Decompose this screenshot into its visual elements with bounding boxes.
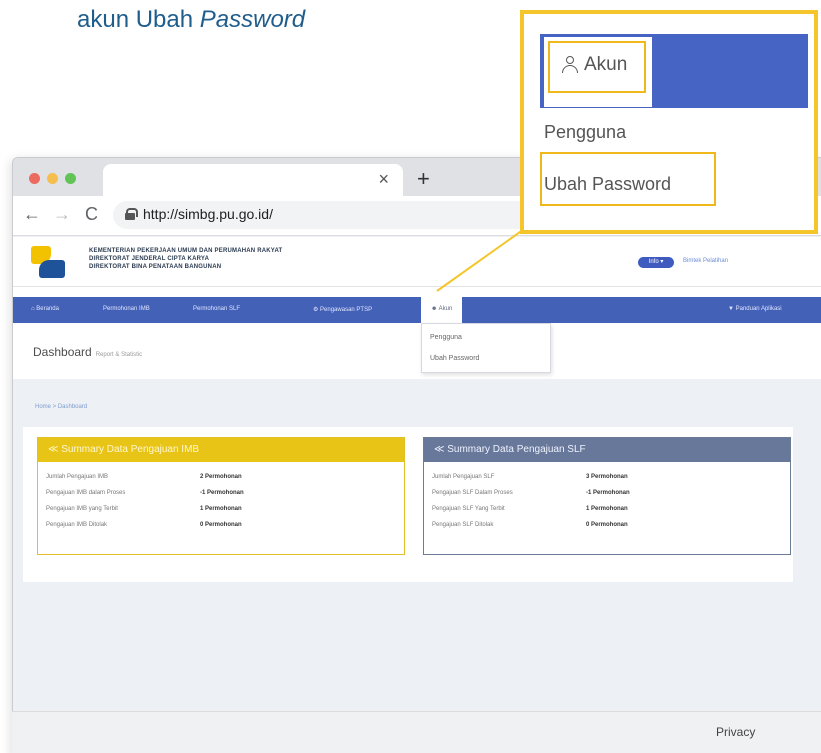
menu-item-pengguna[interactable]: Pengguna (430, 334, 462, 341)
summary-row: Pengajuan IMB dalam Proses -1 Permohonan (46, 490, 386, 502)
close-window-dot-icon[interactable] (29, 173, 40, 184)
summary-row: Pengajuan IMB yang Terbit 1 Permohonan (46, 506, 386, 518)
menu-item-ubah-password[interactable]: Ubah Password (430, 355, 479, 362)
summary-label: Pengajuan IMB Ditolak (46, 522, 108, 528)
heading-italic: Password (199, 6, 306, 33)
summary-label: Jumlah Pengajuan SLF (432, 474, 495, 480)
ministry-name: KEMENTERIAN PEKERJAAN UMUM DAN PERUMAHAN… (89, 247, 282, 271)
address-url[interactable]: http://simbg.pu.go.id/ (143, 206, 273, 222)
browser-tab[interactable]: × (103, 164, 403, 196)
summary-label: Pengajuan SLF Dalam Proses (432, 490, 513, 496)
simbg-site: KEMENTERIAN PEKERJAAN UMUM DAN PERUMAHAN… (13, 237, 821, 753)
ubah-password-highlight-box (540, 152, 716, 206)
summary-value: 1 Permohonan (586, 506, 628, 512)
maximize-window-dot-icon[interactable] (65, 173, 76, 184)
summary-label: Pengajuan IMB dalam Proses (46, 490, 126, 496)
summary-value: -1 Permohonan (586, 490, 630, 496)
nav-item-permohonan-imb[interactable]: Permohonan IMB (103, 306, 150, 312)
forward-arrow-icon[interactable]: → (53, 204, 71, 225)
nav-item-beranda[interactable]: ⌂ Beranda (31, 306, 59, 312)
site-header: KEMENTERIAN PEKERJAAN UMUM DAN PERUMAHAN… (13, 237, 821, 287)
main-navbar: ⌂ Beranda Permohonan IMB Permohonan SLF … (13, 297, 821, 323)
summary-value: -1 Permohonan (200, 490, 244, 496)
summary-row: Pengajuan IMB Ditolak 0 Permohonan (46, 522, 386, 534)
dashboard-content: Home > Dashboard ≪ Summary Data Pengajua… (13, 379, 821, 753)
page-title: Dashboard Report & Statistic (33, 345, 142, 359)
summary-value: 0 Permohonan (200, 522, 242, 528)
summary-row: Jumlah Pengajuan SLF 3 Permohonan (432, 474, 772, 486)
akun-dropdown-menu: Pengguna Ubah Password (421, 323, 551, 373)
dashboard-subtitle: Report & Statistic (95, 352, 143, 358)
user-greeting[interactable]: Bimtek Pelatihan (683, 258, 728, 264)
info-dropdown-button[interactable]: Info ▾ (638, 257, 674, 268)
summary-card-slf: ≪ Summary Data Pengajuan SLF Jumlah Peng… (423, 437, 791, 555)
new-tab-icon[interactable]: + (417, 166, 430, 192)
summary-label: Pengajuan IMB yang Terbit (46, 506, 118, 512)
dashboard-title: Dashboard (33, 345, 92, 359)
zoom-callout: Akun Pengguna Ubah Password (520, 10, 818, 234)
akun-highlight-box (548, 41, 646, 93)
summary-label: Jumlah Pengajuan IMB (46, 474, 109, 480)
summary-label: Pengajuan SLF Yang Terbit (432, 506, 505, 512)
card-title: ≪ Summary Data Pengajuan SLF (424, 438, 790, 462)
breadcrumb[interactable]: Home > Dashboard (35, 404, 87, 410)
nav-item-panduan-aplikasi[interactable]: ▼ Panduan Aplikasi (728, 306, 782, 312)
lock-icon (125, 208, 138, 220)
summary-row: Pengajuan SLF Ditolak 0 Permohonan (432, 522, 772, 534)
summary-row: Pengajuan SLF Dalam Proses -1 Permohonan (432, 490, 772, 502)
tutorial-page: akun Ubah Password × + ← → C http://simb… (0, 0, 821, 753)
ministry-line: DIREKTORAT BINA PENATAAN BANGUNAN (89, 264, 222, 270)
browser-window: × + ← → C http://simbg.pu.go.id/ KEMENTE… (12, 157, 821, 753)
minimize-window-dot-icon[interactable] (47, 173, 58, 184)
summary-value: 2 Permohonan (200, 474, 242, 480)
pupr-logo (31, 246, 65, 278)
nav-item-permohonan-slf[interactable]: Permohonan SLF (193, 306, 240, 312)
footer-bar (12, 711, 821, 753)
ministry-line: KEMENTERIAN PEKERJAAN UMUM DAN PERUMAHAN… (89, 248, 283, 254)
back-arrow-icon[interactable]: ← (23, 204, 41, 225)
tab-close-icon[interactable]: × (378, 169, 389, 190)
summary-row: Jumlah Pengajuan IMB 2 Permohonan (46, 474, 386, 486)
nav-item-pengawasan-ptsp[interactable]: ⚙ Pengawasan PTSP (313, 306, 372, 313)
ministry-line: DIREKTORAT JENDERAL CIPTA KARYA (89, 256, 210, 262)
page-heading: akun Ubah Password (77, 6, 305, 34)
summary-value: 3 Permohonan (586, 474, 628, 480)
card-title: ≪ Summary Data Pengajuan IMB (38, 438, 404, 462)
heading-main: akun Ubah (77, 6, 200, 33)
nav-item-akun-label: Akun (438, 306, 453, 312)
summary-card-imb: ≪ Summary Data Pengajuan IMB Jumlah Peng… (37, 437, 405, 555)
callout-item-pengguna[interactable]: Pengguna (544, 122, 626, 143)
summary-value: 0 Permohonan (586, 522, 628, 528)
summary-label: Pengajuan SLF Ditolak (432, 522, 494, 528)
summary-value: 1 Permohonan (200, 506, 242, 512)
summary-row: Pengajuan SLF Yang Terbit 1 Permohonan (432, 506, 772, 518)
summary-panel: ≪ Summary Data Pengajuan IMB Jumlah Peng… (23, 427, 793, 582)
nav-item-akun[interactable]: ☻ Akun (421, 297, 463, 323)
reload-icon[interactable]: C (85, 204, 98, 225)
privacy-link[interactable]: Privacy (716, 725, 755, 739)
